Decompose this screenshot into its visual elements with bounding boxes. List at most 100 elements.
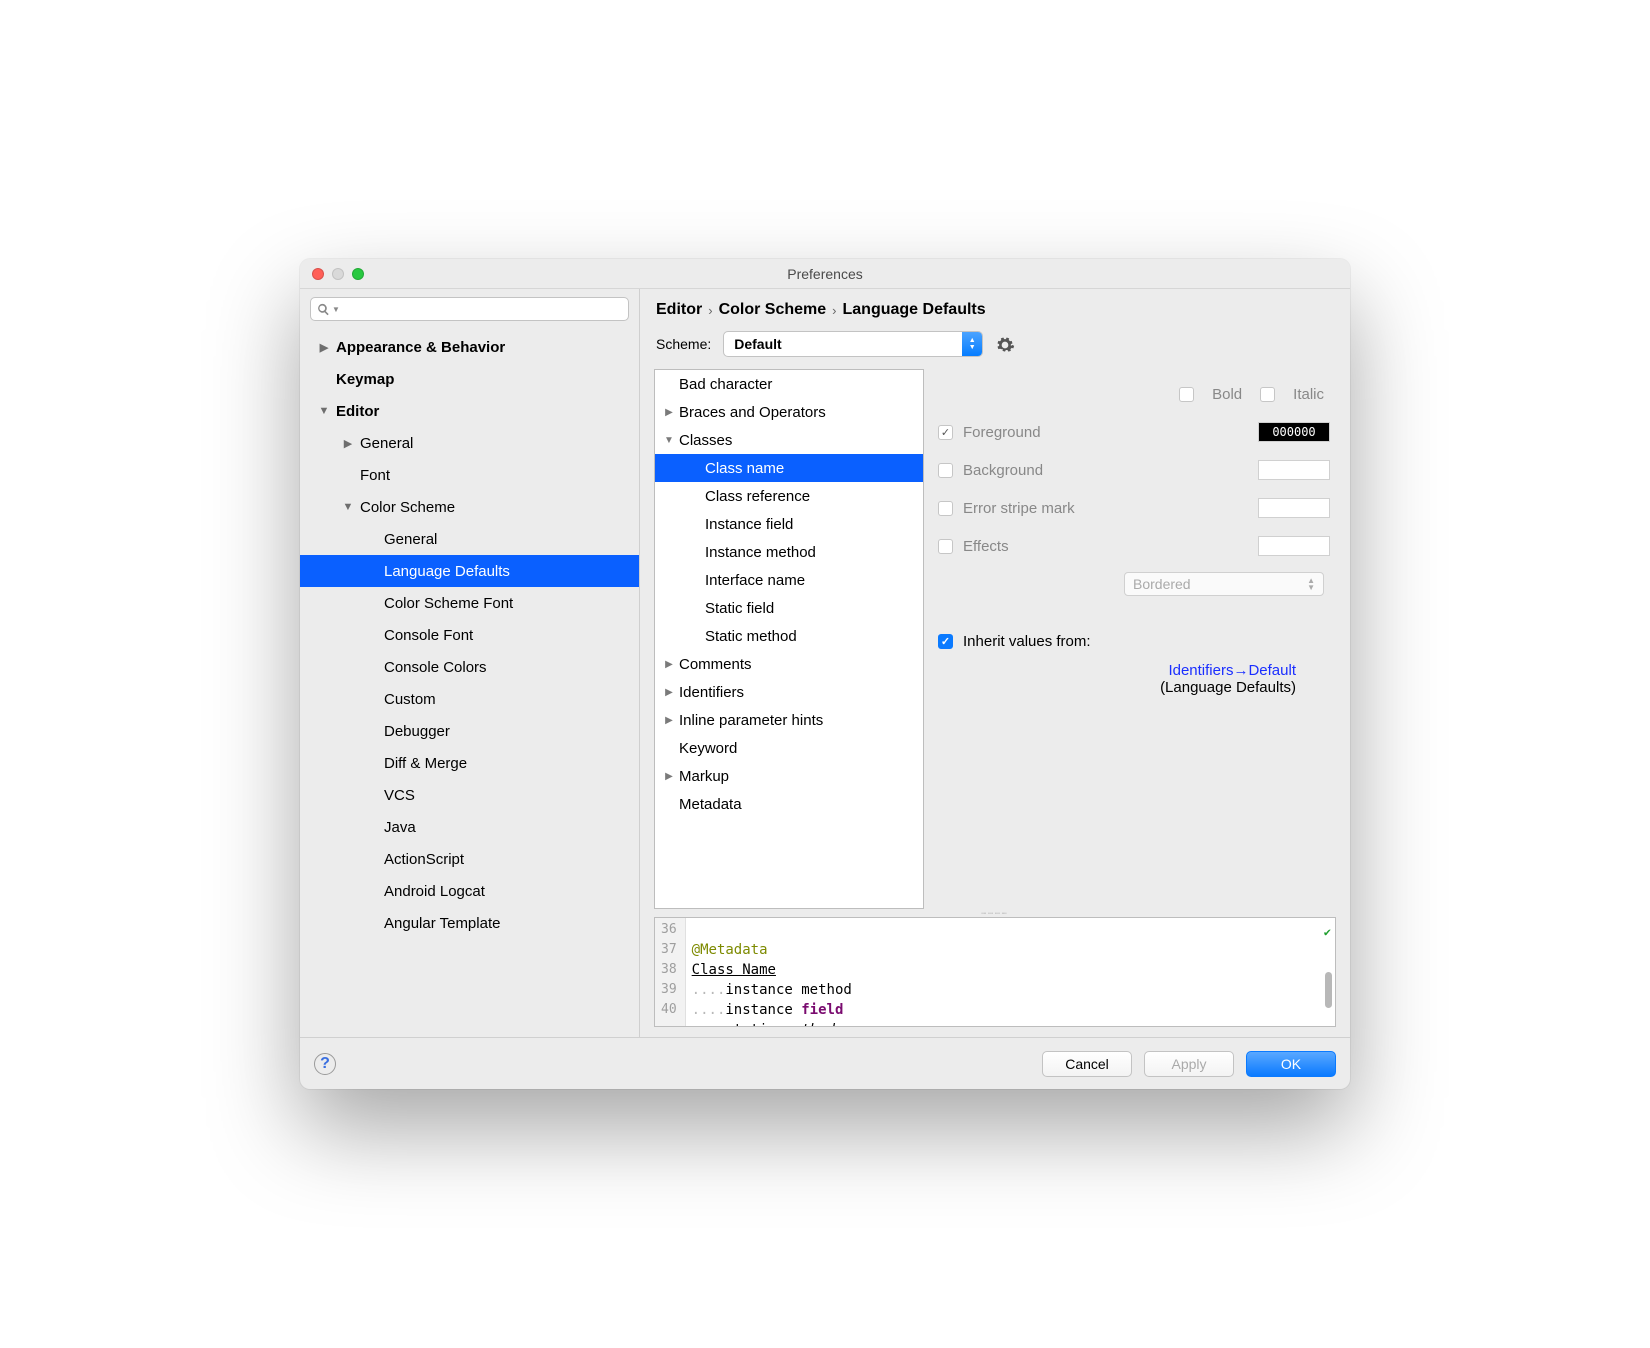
category-item[interactable]: Instance field [655, 510, 923, 538]
close-icon[interactable] [312, 268, 324, 280]
sidebar-item[interactable]: Custom [300, 683, 639, 715]
category-tree[interactable]: Bad character▶Braces and Operators▼Class… [654, 369, 924, 909]
sidebar-item[interactable]: ▶General [300, 427, 639, 459]
sidebar-item[interactable]: Console Font [300, 619, 639, 651]
category-item[interactable]: Class name [655, 454, 923, 482]
settings-tree[interactable]: ▶Appearance & Behavior Keymap ▼Editor▶Gene… [300, 327, 639, 1037]
category-item-label: Comments [679, 656, 752, 673]
scheme-select[interactable]: Default ▲▼ [723, 331, 983, 357]
error-stripe-swatch[interactable] [1258, 498, 1330, 518]
main-panel: Editor › Color Scheme › Language Default… [640, 289, 1350, 1037]
sidebar-item[interactable]: Font [300, 459, 639, 491]
preview-editor[interactable]: 36 37 38 39 40 @Metadata Class Name ....… [654, 917, 1336, 1027]
sidebar-item[interactable]: ActionScript [300, 843, 639, 875]
sidebar-item[interactable]: Android Logcat [300, 875, 639, 907]
effects-checkbox[interactable] [938, 539, 953, 554]
apply-button[interactable]: Apply [1144, 1051, 1234, 1077]
category-item[interactable]: Bad character [655, 370, 923, 398]
breadcrumb-item[interactable]: Editor [656, 301, 702, 319]
sidebar-item-label: Color Scheme [360, 499, 455, 516]
help-button[interactable]: ? [314, 1053, 336, 1075]
minimize-icon[interactable] [332, 268, 344, 280]
category-item-label: Static field [705, 600, 774, 617]
sidebar-item[interactable]: ▶Appearance & Behavior [300, 331, 639, 363]
chevron-down-icon: ▼ [332, 305, 340, 314]
category-item[interactable]: ▶ Comments [655, 650, 923, 678]
sidebar-item[interactable]: ▼Editor [300, 395, 639, 427]
category-item[interactable]: Instance method [655, 538, 923, 566]
italic-label: Italic [1293, 386, 1324, 403]
category-item[interactable]: Metadata [655, 790, 923, 818]
sidebar-item-label: Console Font [384, 627, 473, 644]
sidebar-item[interactable]: Java [300, 811, 639, 843]
sidebar-item-label: Color Scheme Font [384, 595, 513, 612]
category-item[interactable]: Interface name [655, 566, 923, 594]
sidebar-item[interactable]: Keymap [300, 363, 639, 395]
sidebar-item-label: Editor [336, 403, 379, 420]
inspection-ok-icon: ✔ [1324, 922, 1331, 942]
error-stripe-checkbox[interactable] [938, 501, 953, 516]
sidebar-item-label: Keymap [336, 371, 394, 388]
sidebar-item[interactable]: General [300, 523, 639, 555]
gutter: 36 37 38 39 40 [655, 918, 686, 1026]
sidebar-item-label: General [384, 531, 437, 548]
background-label: Background [963, 462, 1248, 479]
category-item[interactable]: ▶Markup [655, 762, 923, 790]
chevron-right-icon: › [832, 303, 836, 318]
sidebar-item[interactable]: Angular Template [300, 907, 639, 939]
category-item[interactable]: Keyword [655, 734, 923, 762]
chevron-right-icon: ▶ [663, 659, 675, 670]
zoom-icon[interactable] [352, 268, 364, 280]
bold-checkbox[interactable] [1179, 387, 1194, 402]
ok-button[interactable]: OK [1246, 1051, 1336, 1077]
effects-style-value: Bordered [1133, 576, 1191, 592]
category-item[interactable]: ▶Braces and Operators [655, 398, 923, 426]
sidebar-item[interactable]: Debugger [300, 715, 639, 747]
sidebar-item[interactable]: Language Defaults [300, 555, 639, 587]
foreground-checkbox[interactable]: ✓ [938, 425, 953, 440]
scrollbar-thumb[interactable] [1325, 972, 1332, 1008]
bold-label: Bold [1212, 386, 1242, 403]
chevron-right-icon: ▶ [663, 687, 675, 698]
scheme-label: Scheme: [656, 336, 711, 352]
category-item[interactable]: Static field [655, 594, 923, 622]
inherit-checkbox[interactable]: ✓ [938, 634, 953, 649]
category-item-label: Interface name [705, 572, 805, 589]
sidebar: ▼ ▶Appearance & Behavior Keymap ▼Editor▶Ge… [300, 289, 640, 1037]
effects-swatch[interactable] [1258, 536, 1330, 556]
sidebar-item[interactable]: Console Colors [300, 651, 639, 683]
category-item[interactable]: ▶Inline parameter hints [655, 706, 923, 734]
sidebar-item-label: General [360, 435, 413, 452]
background-swatch[interactable] [1258, 460, 1330, 480]
background-checkbox[interactable] [938, 463, 953, 478]
chevron-right-icon: › [708, 303, 712, 318]
category-item-label: Instance method [705, 544, 816, 561]
inherit-link[interactable]: Identifiers→Default [938, 650, 1330, 679]
cancel-button[interactable]: Cancel [1042, 1051, 1132, 1077]
breadcrumb-item[interactable]: Color Scheme [719, 301, 827, 319]
category-item[interactable]: Static method [655, 622, 923, 650]
splitter-handle[interactable]: ┉┉┉┉ [640, 909, 1350, 917]
gear-icon[interactable] [995, 335, 1015, 355]
category-item[interactable]: Class reference [655, 482, 923, 510]
foreground-swatch[interactable]: 000000 [1258, 422, 1330, 442]
category-item[interactable]: ▶Identifiers [655, 678, 923, 706]
foreground-label: Foreground [963, 424, 1248, 441]
sidebar-item[interactable]: ▼Color Scheme [300, 491, 639, 523]
category-item-label: Keyword [679, 740, 737, 757]
sidebar-item-label: Font [360, 467, 390, 484]
chevron-right-icon: ▶ [663, 715, 675, 726]
sidebar-item-label: ActionScript [384, 851, 464, 868]
italic-checkbox[interactable] [1260, 387, 1275, 402]
category-item[interactable]: ▼Classes [655, 426, 923, 454]
search-input[interactable]: ▼ [310, 297, 629, 321]
breadcrumb-item: Language Defaults [843, 301, 986, 319]
category-item-label: Braces and Operators [679, 404, 826, 421]
stepper-icon[interactable]: ▲▼ [962, 332, 982, 356]
search-field[interactable] [342, 301, 622, 318]
sidebar-item[interactable]: VCS [300, 779, 639, 811]
sidebar-item[interactable]: Color Scheme Font [300, 587, 639, 619]
effects-style-select[interactable]: Bordered ▲▼ [1124, 572, 1324, 596]
inherit-sublabel: (Language Defaults) [938, 679, 1330, 696]
sidebar-item[interactable]: Diff & Merge [300, 747, 639, 779]
